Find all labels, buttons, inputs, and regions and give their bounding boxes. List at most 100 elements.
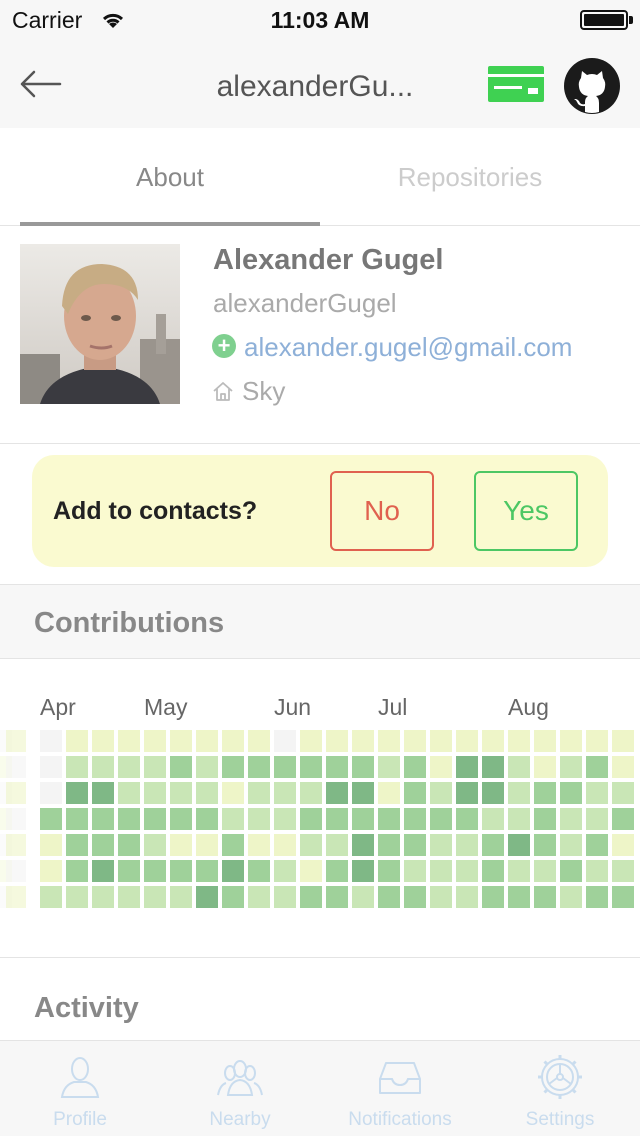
contribution-cell (300, 834, 322, 856)
contribution-cell (508, 756, 530, 778)
contribution-cell (222, 834, 244, 856)
tabbar-profile[interactable]: Profile (0, 1041, 160, 1136)
contribution-cell (586, 756, 608, 778)
contribution-cell (92, 730, 114, 752)
contribution-cell (430, 730, 452, 752)
avatar[interactable] (20, 244, 180, 404)
contribution-cell (430, 860, 452, 882)
contribution-cell (40, 756, 62, 778)
contribution-cell (170, 860, 192, 882)
contribution-cell (118, 808, 140, 830)
back-arrow-icon[interactable] (18, 64, 62, 104)
yes-button[interactable]: Yes (474, 471, 578, 551)
contribution-cell (378, 860, 400, 882)
contribution-cell (586, 730, 608, 752)
contribution-cell (482, 782, 504, 804)
contribution-cell (612, 756, 634, 778)
contribution-cell (196, 834, 218, 856)
contribution-cell (326, 886, 348, 908)
contribution-cell (6, 860, 26, 882)
contribution-cell (508, 886, 530, 908)
tabbar-label: Nearby (209, 1109, 271, 1130)
contribution-cell (274, 860, 296, 882)
contribution-cell (274, 756, 296, 778)
contribution-cell (560, 782, 582, 804)
profile-name: Alexander Gugel (213, 244, 444, 276)
contribution-cell (118, 782, 140, 804)
contribution-cell (300, 782, 322, 804)
contribution-cell (482, 886, 504, 908)
contribution-cell (66, 886, 88, 908)
contribution-cell (482, 730, 504, 752)
tabbar-settings[interactable]: Settings (480, 1041, 640, 1136)
contribution-cell (326, 782, 348, 804)
contribution-cell (274, 834, 296, 856)
tabbar-notifications[interactable]: Notifications (320, 1041, 480, 1136)
contribution-cell (352, 782, 374, 804)
contribution-cell (118, 834, 140, 856)
month-label: Aug (508, 694, 549, 720)
contribution-cell (378, 756, 400, 778)
contribution-cell (170, 886, 192, 908)
location-text: Sky (242, 376, 286, 406)
contribution-cell (6, 730, 26, 752)
contribution-cell (66, 730, 88, 752)
contribution-cell (40, 886, 62, 908)
contribution-cell (404, 886, 426, 908)
contribution-cell (404, 730, 426, 752)
contribution-cell (170, 756, 192, 778)
bottom-tab-bar: Profile Nearby Notifications Settings (0, 1040, 640, 1136)
contribution-cell (456, 782, 478, 804)
contribution-cell (170, 730, 192, 752)
nav-bar: alexanderGu... (0, 40, 640, 128)
contribution-cell (222, 860, 244, 882)
contribution-cell (612, 886, 634, 908)
contribution-cell (196, 756, 218, 778)
contribution-cell (196, 886, 218, 908)
contribution-cell (300, 730, 322, 752)
contribution-cell (144, 730, 166, 752)
add-contact-card: Add to contacts? No Yes (32, 455, 608, 567)
contribution-cell (222, 808, 244, 830)
contribution-cell (352, 756, 374, 778)
contribution-cell (534, 782, 556, 804)
tabbar-nearby[interactable]: Nearby (160, 1041, 320, 1136)
divider (0, 957, 640, 958)
contribution-cell (586, 782, 608, 804)
email-link[interactable]: alexander.gugel@gmail.com (244, 332, 572, 363)
contribution-cell (92, 808, 114, 830)
contribution-cell (248, 860, 270, 882)
contribution-cell (92, 860, 114, 882)
contribution-cell (352, 730, 374, 752)
contribution-cell (6, 782, 26, 804)
contribution-cell (378, 808, 400, 830)
contribution-cell (92, 756, 114, 778)
contribution-cell (118, 756, 140, 778)
contribution-cell (586, 860, 608, 882)
contribution-cell (248, 730, 270, 752)
github-icon[interactable] (562, 56, 622, 116)
contribution-cell (482, 834, 504, 856)
contribution-cell (248, 808, 270, 830)
no-button[interactable]: No (330, 471, 434, 551)
contribution-cell (40, 834, 62, 856)
contribution-cell (560, 730, 582, 752)
contribution-cell (326, 808, 348, 830)
contribution-cell (352, 808, 374, 830)
tab-about[interactable]: About (20, 128, 320, 226)
contribution-cell (508, 860, 530, 882)
contribution-cell (274, 782, 296, 804)
tab-repositories[interactable]: Repositories (320, 128, 620, 226)
contributions-header: Contributions (0, 585, 640, 659)
contribution-cell (534, 860, 556, 882)
month-label: Jun (274, 694, 312, 720)
contribution-cell (534, 808, 556, 830)
contribution-cell (170, 834, 192, 856)
credit-card-icon[interactable] (486, 62, 546, 106)
nav-title: alexanderGu... (216, 70, 414, 103)
contribution-cell (6, 834, 26, 856)
contribution-cell (612, 808, 634, 830)
people-icon (217, 1060, 263, 1096)
contribution-cell (326, 730, 348, 752)
contribution-cell (66, 756, 88, 778)
